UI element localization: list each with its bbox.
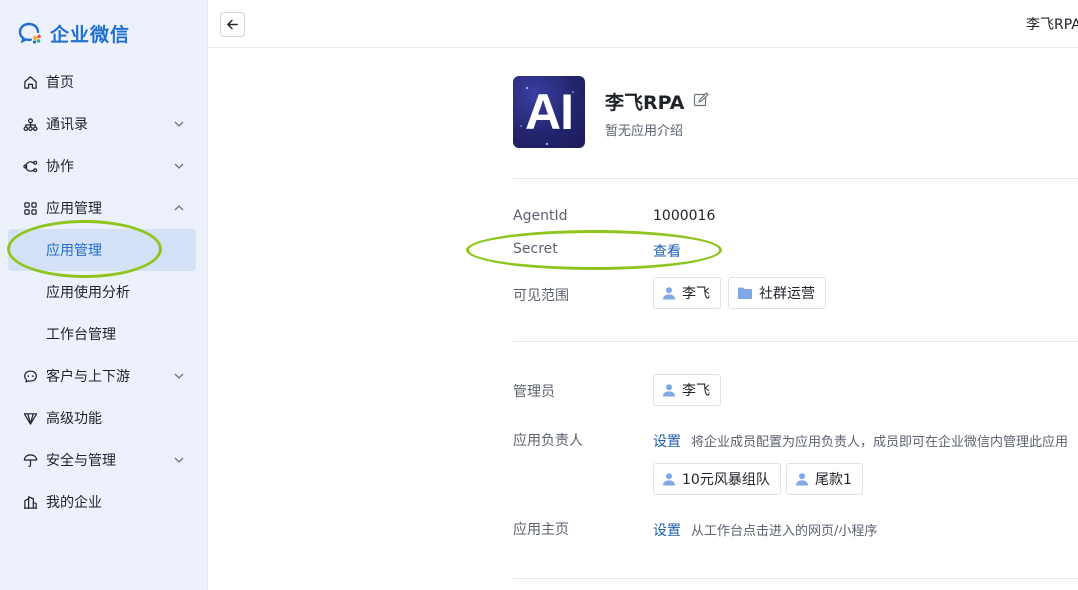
sidebar-subitem-app-usage-analysis[interactable]: 应用使用分析 — [0, 271, 208, 313]
tag-label: 李飞 — [682, 383, 710, 399]
tag-label: 李飞 — [682, 286, 710, 302]
owner-member-tag[interactable]: 10元风暴组队 — [653, 463, 781, 495]
brand-logo[interactable]: 企业微信 — [18, 20, 130, 46]
building-icon — [22, 494, 38, 510]
home-icon — [22, 74, 38, 90]
agentid-value: 1000016 — [653, 208, 716, 224]
wecom-logo-icon — [18, 22, 41, 44]
user-icon — [663, 473, 675, 486]
edit-icon[interactable] — [693, 92, 709, 108]
chevron-down-icon — [174, 457, 184, 463]
sidebar-item-label: 客户与上下游 — [46, 369, 130, 385]
user-icon — [796, 473, 808, 486]
homepage-hint: 从工作台点击进入的网页/小程序 — [691, 524, 878, 539]
agentid-label: AgentId — [513, 208, 568, 224]
divider — [513, 341, 1078, 342]
homepage-settings-link[interactable]: 设置 — [653, 520, 681, 540]
tag-label: 社群运营 — [759, 286, 815, 302]
sidebar-item-advanced[interactable]: 高级功能 — [0, 397, 208, 439]
admin-label: 管理员 — [513, 384, 555, 400]
user-icon — [663, 287, 675, 300]
tag-label: 尾款1 — [815, 472, 852, 488]
sidebar-item-customers[interactable]: 客户与上下游 — [0, 355, 208, 397]
owner-settings-link[interactable]: 设置 — [653, 431, 681, 451]
folder-icon — [738, 287, 752, 299]
sidebar-item-security[interactable]: 安全与管理 — [0, 439, 208, 481]
umbrella-icon — [22, 452, 38, 468]
sidebar-item-label: 协作 — [46, 159, 74, 175]
page-title: 李飞RPA — [1026, 17, 1078, 33]
org-chart-icon — [22, 116, 38, 132]
homepage-label: 应用主页 — [513, 522, 569, 538]
sidebar-subitem-label: 工作台管理 — [46, 327, 116, 343]
admin-member-tag[interactable]: 李飞 — [653, 374, 721, 406]
chat-bubble-icon — [22, 368, 38, 384]
owner-label: 应用负责人 — [513, 433, 583, 449]
app-icon-text: AI — [525, 84, 574, 140]
sidebar-item-label: 高级功能 — [46, 411, 102, 427]
diamond-icon — [22, 410, 38, 426]
sidebar-subitem-label: 应用使用分析 — [46, 285, 130, 301]
tag-label: 10元风暴组队 — [682, 472, 770, 488]
app-name: 李飞RPA — [605, 92, 685, 114]
sidebar-item-home[interactable]: 首页 — [0, 61, 208, 103]
collaboration-icon — [22, 158, 38, 174]
divider — [513, 178, 1078, 179]
app-icon: AI — [513, 76, 585, 148]
secret-label: Secret — [513, 241, 558, 257]
sidebar-subitem-label: 应用管理 — [46, 243, 102, 259]
sidebar-item-contacts[interactable]: 通讯录 — [0, 103, 208, 145]
owner-hint: 将企业成员配置为应用负责人，成员即可在企业微信内管理此应用 — [691, 435, 1069, 450]
sidebar-item-label: 应用管理 — [46, 201, 102, 217]
sidebar: 企业微信 首页 通讯录 协作 应用管理 应用管理 应用使用分析 工作台管理 客户… — [0, 0, 208, 590]
sidebar-item-app-management[interactable]: 应用管理 — [0, 187, 208, 229]
visibility-member-tag[interactable]: 李飞 — [653, 277, 721, 309]
sidebar-item-collaboration[interactable]: 协作 — [0, 145, 208, 187]
top-bar: 李飞RPA — [208, 0, 1078, 48]
sidebar-subitem-app-management[interactable]: 应用管理 — [8, 229, 196, 271]
chevron-up-icon — [174, 205, 184, 211]
sidebar-nav: 首页 通讯录 协作 应用管理 应用管理 应用使用分析 工作台管理 客户与上下游 … — [0, 61, 208, 523]
brand-name: 企业微信 — [50, 23, 131, 46]
visibility-department-tag[interactable]: 社群运营 — [728, 277, 826, 309]
chevron-down-icon — [174, 163, 184, 169]
sidebar-item-label: 通讯录 — [46, 117, 88, 133]
sidebar-item-label: 首页 — [46, 75, 74, 91]
chevron-down-icon — [174, 121, 184, 127]
sidebar-item-label: 安全与管理 — [46, 453, 116, 469]
sidebar-subitem-workbench-management[interactable]: 工作台管理 — [0, 313, 208, 355]
sidebar-item-label: 我的企业 — [46, 495, 102, 511]
grid-icon — [22, 200, 38, 216]
view-secret-link[interactable]: 查看 — [653, 241, 681, 261]
highlight-ellipse-secret — [466, 230, 722, 270]
back-button[interactable] — [220, 12, 245, 37]
app-description: 暂无应用介绍 — [605, 124, 684, 139]
divider — [513, 578, 1078, 579]
user-icon — [663, 384, 675, 397]
owner-member-tag[interactable]: 尾款1 — [786, 463, 863, 495]
arrow-left-icon — [227, 19, 238, 30]
sidebar-item-my-company[interactable]: 我的企业 — [0, 481, 208, 523]
visibility-label: 可见范围 — [513, 288, 569, 304]
chevron-down-icon — [174, 373, 184, 379]
